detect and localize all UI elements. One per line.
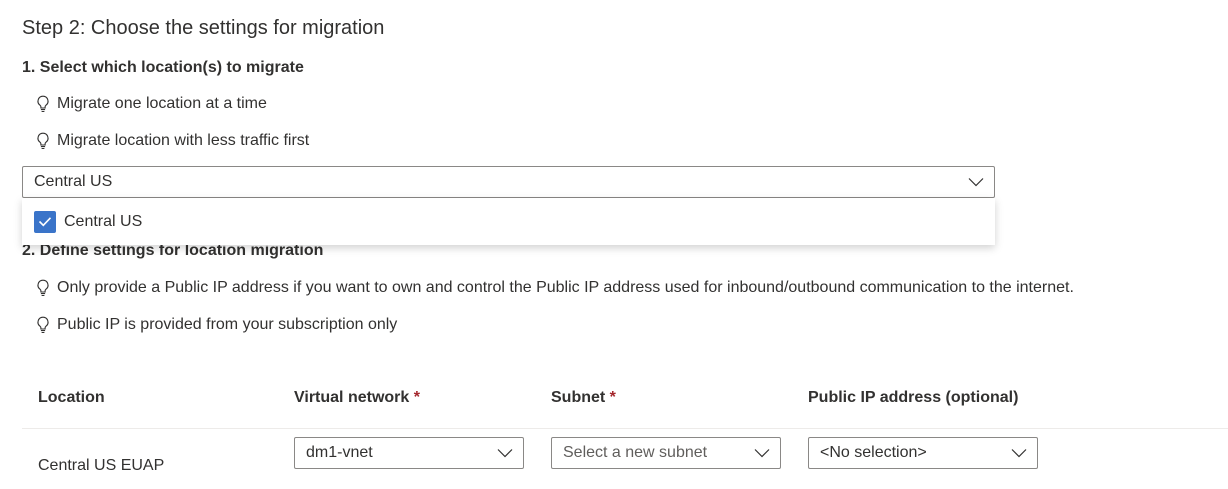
- location-dropdown[interactable]: Central US: [22, 166, 995, 198]
- tip-public-ip-subscription: Public IP is provided from your subscrip…: [36, 316, 397, 334]
- location-dropdown-options: Central US: [22, 198, 995, 245]
- table-header: Location Virtual network * Subnet * Publ…: [0, 389, 1228, 409]
- chevron-down-icon: [1011, 449, 1027, 458]
- tip-one-location: Migrate one location at a time: [36, 95, 267, 113]
- location-option-label[interactable]: Central US: [64, 213, 142, 231]
- tip-text: Migrate location with less traffic first: [57, 132, 310, 149]
- tip-text: Public IP is provided from your subscrip…: [57, 316, 398, 333]
- virtual-network-dropdown[interactable]: dm1-vnet: [294, 437, 524, 469]
- checkmark-icon: [38, 217, 52, 227]
- section-title-locations: 1. Select which location(s) to migrate: [22, 59, 304, 76]
- table-divider: [22, 428, 1228, 429]
- lightbulb-icon: [37, 95, 49, 113]
- tip-text: Migrate one location at a time: [57, 95, 267, 112]
- required-marker: *: [609, 389, 616, 406]
- tip-public-ip-own: Only provide a Public IP address if you …: [36, 279, 1074, 297]
- table-row-location: Central US EUAP: [38, 457, 165, 474]
- column-header-subnet: Subnet *: [551, 389, 616, 407]
- public-ip-value: <No selection>: [820, 444, 927, 461]
- tip-less-traffic: Migrate location with less traffic first: [36, 132, 309, 150]
- column-header-label: Virtual network: [294, 389, 410, 406]
- location-dropdown-value: Central US: [34, 173, 113, 190]
- column-header-public-ip: Public IP address (optional): [808, 389, 1019, 406]
- virtual-network-value: dm1-vnet: [306, 444, 373, 461]
- column-header-virtual-network: Virtual network *: [294, 389, 420, 407]
- page-title: Step 2: Choose the settings for migratio…: [22, 17, 385, 39]
- subnet-placeholder: Select a new subnet: [563, 444, 708, 461]
- chevron-down-icon: [968, 178, 984, 187]
- subnet-dropdown[interactable]: Select a new subnet: [551, 437, 781, 469]
- public-ip-dropdown[interactable]: <No selection>: [808, 437, 1038, 469]
- column-header-label: Subnet: [551, 389, 606, 406]
- lightbulb-icon: [37, 316, 49, 334]
- required-marker: *: [413, 389, 420, 406]
- chevron-down-icon: [754, 449, 770, 458]
- location-option-checkbox[interactable]: [34, 210, 56, 233]
- tip-text: Only provide a Public IP address if you …: [57, 279, 1074, 296]
- column-header-location: Location: [38, 389, 105, 406]
- lightbulb-icon: [37, 279, 49, 297]
- chevron-down-icon: [497, 449, 513, 458]
- lightbulb-icon: [37, 132, 49, 150]
